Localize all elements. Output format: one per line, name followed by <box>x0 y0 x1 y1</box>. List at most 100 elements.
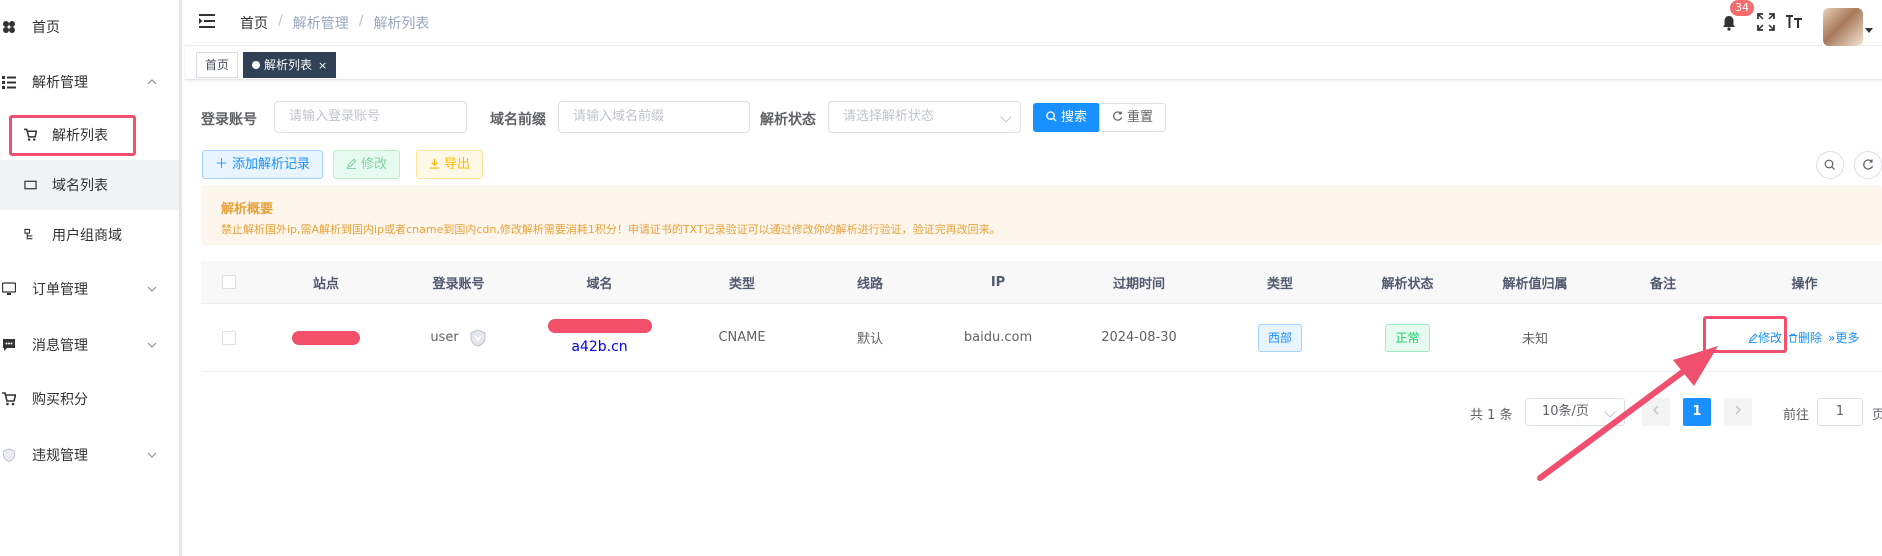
close-icon[interactable]: × <box>318 59 327 72</box>
sidebar-item-label: 首页 <box>32 20 60 36</box>
column-header: 站点 <box>312 276 339 292</box>
chevron-up-icon <box>147 79 157 85</box>
prev-page-button[interactable] <box>1642 398 1670 426</box>
select-all-checkbox[interactable] <box>221 275 236 289</box>
next-page-button[interactable] <box>1724 398 1752 426</box>
message-icon <box>3 339 15 351</box>
monitor-icon <box>2 282 16 295</box>
bell-icon[interactable] <box>1721 15 1737 31</box>
info-alert: 解析概要 禁止解析国外ip,需A解析到国内ip或者cname到国内cdn,修改解… <box>201 185 1882 245</box>
region-cell: 西部 <box>1216 304 1344 371</box>
add-record-button[interactable]: ＋添加解析记录 <box>202 150 324 179</box>
shield-icon <box>3 448 15 462</box>
reset-button-label: 重置 <box>1127 110 1154 125</box>
row-more-label: 更多 <box>1835 331 1860 345</box>
sidebar-item-label: 消息管理 <box>32 338 88 354</box>
dns-table: 站点 登录账号 域名 类型 线路 IP 过期时间 类型 解析状态 解析值归属 备… <box>201 261 1882 372</box>
goto-prefix: 前往 <box>1783 408 1810 423</box>
sidebar-item-violations[interactable]: 违规管理 <box>0 426 179 484</box>
goto-page-input[interactable]: 1 <box>1817 398 1863 426</box>
sidebar-item-messages[interactable]: 消息管理 <box>0 318 179 372</box>
domain-cell: a42b.cn <box>521 304 678 371</box>
refresh-icon <box>1113 111 1123 121</box>
column-header: 解析状态 <box>1381 276 1434 292</box>
alert-description: 禁止解析国外ip,需A解析到国内ip或者cname到国内cdn,修改解析需要消耗… <box>221 223 1001 236</box>
refresh-icon <box>1863 159 1874 170</box>
account-cell: user <box>396 304 521 371</box>
type-cell: CNAME <box>718 330 766 345</box>
column-header: 登录账号 <box>432 276 485 292</box>
column-header: 类型 <box>1266 276 1293 292</box>
column-header: 过期时间 <box>1112 276 1165 292</box>
region-tag: 西部 <box>1257 323 1302 352</box>
account-input[interactable]: 请输入登录账号 <box>274 101 467 133</box>
edit-button-label: 修改 <box>361 157 388 172</box>
search-button-label: 搜索 <box>1061 110 1088 125</box>
status-cell: 正常 <box>1344 304 1471 371</box>
status-select[interactable]: 请选择解析状态 <box>828 101 1021 133</box>
menu-fold-icon[interactable] <box>199 14 215 28</box>
column-header: 备注 <box>1649 276 1676 292</box>
search-form: 登录账号 请输入登录账号 域名前缀 请输入域名前缀 解析状态 请选择解析状态 搜… <box>201 101 1861 133</box>
page-size-select[interactable]: 10条/页 <box>1525 398 1625 426</box>
column-header: 线路 <box>856 276 883 292</box>
breadcrumb-home[interactable]: 首页 <box>240 13 268 33</box>
fullscreen-icon[interactable] <box>1757 13 1775 31</box>
search-button[interactable]: 搜索 <box>1033 103 1101 132</box>
header-checkbox-cell <box>201 261 256 303</box>
plus-icon: ＋ <box>215 157 229 172</box>
breadcrumb-dns[interactable]: 解析管理 <box>293 13 349 33</box>
main-area: 首页 / 解析管理 / 解析列表 34 首页 解析列表 × 登录账号 请输入登录账… <box>185 0 1882 556</box>
export-button-label: 导出 <box>444 157 471 172</box>
sidebar-item-label: 违规管理 <box>32 448 88 464</box>
row-more-link[interactable]: »更多 <box>1828 329 1859 346</box>
export-button[interactable]: 导出 <box>416 150 484 179</box>
sidebar: 首页 解析管理 解析列表 域名列表 用户组商域 订单管理 消息管理 购买积分 违… <box>0 0 182 556</box>
goto-suffix: 页 <box>1872 408 1882 423</box>
table-header: 站点 登录账号 域名 类型 线路 IP 过期时间 类型 解析状态 解析值归属 备… <box>201 261 1882 304</box>
cart-icon <box>2 392 16 406</box>
caret-down-icon[interactable] <box>1865 28 1873 33</box>
redacted-site <box>292 330 360 345</box>
toggle-search-button[interactable] <box>1816 151 1844 179</box>
add-record-label: 添加解析记录 <box>232 157 311 172</box>
prefix-input[interactable]: 请输入域名前缀 <box>558 101 750 133</box>
avatar[interactable] <box>1823 8 1863 46</box>
column-header: 类型 <box>728 276 755 292</box>
sidebar-item-buy-points[interactable]: 购买积分 <box>0 372 179 426</box>
tree-icon <box>24 228 33 240</box>
topbar: 首页 / 解析管理 / 解析列表 34 <box>185 0 1882 46</box>
tag-dns-list[interactable]: 解析列表 × <box>243 52 337 78</box>
line-cell: 默认 <box>856 332 883 347</box>
search-icon <box>1824 159 1835 170</box>
domain-link[interactable]: a42b.cn <box>571 339 627 355</box>
rectangle-icon <box>24 180 37 190</box>
page-number-current[interactable]: 1 <box>1683 398 1711 426</box>
sidebar-item-user-group[interactable]: 用户组商域 <box>0 210 179 260</box>
notification-badge: 34 <box>1730 0 1754 16</box>
sidebar-item-home[interactable]: 首页 <box>0 0 179 54</box>
edit-button[interactable]: 修改 <box>333 150 401 179</box>
reset-button[interactable]: 重置 <box>1099 103 1167 132</box>
breadcrumb-separator: / <box>358 13 364 29</box>
sidebar-item-dns[interactable]: 解析管理 <box>0 54 179 110</box>
tag-home[interactable]: 首页 <box>196 52 239 78</box>
sidebar-item-domain-list[interactable]: 域名列表 <box>0 160 179 210</box>
row-delete-link[interactable]: 删除 <box>1788 329 1822 346</box>
chevron-down-icon <box>147 286 157 292</box>
sidebar-item-label: 用户组商域 <box>52 228 122 244</box>
status-tag: 正常 <box>1385 323 1430 352</box>
breadcrumb-separator: / <box>278 13 283 29</box>
row-checkbox-cell <box>201 304 256 371</box>
refresh-button[interactable] <box>1854 151 1882 179</box>
sidebar-item-orders[interactable]: 订单管理 <box>0 260 179 318</box>
row-checkbox[interactable] <box>221 330 236 345</box>
redacted-subdomain <box>547 318 652 333</box>
chevron-right-icon <box>1735 405 1742 415</box>
breadcrumb-current: 解析列表 <box>373 16 430 32</box>
account-value: user <box>430 330 459 345</box>
column-header: IP <box>990 274 1006 290</box>
font-size-icon[interactable] <box>1785 13 1803 31</box>
chevron-down-icon <box>1000 111 1012 123</box>
tag-label: 解析列表 <box>264 58 313 72</box>
